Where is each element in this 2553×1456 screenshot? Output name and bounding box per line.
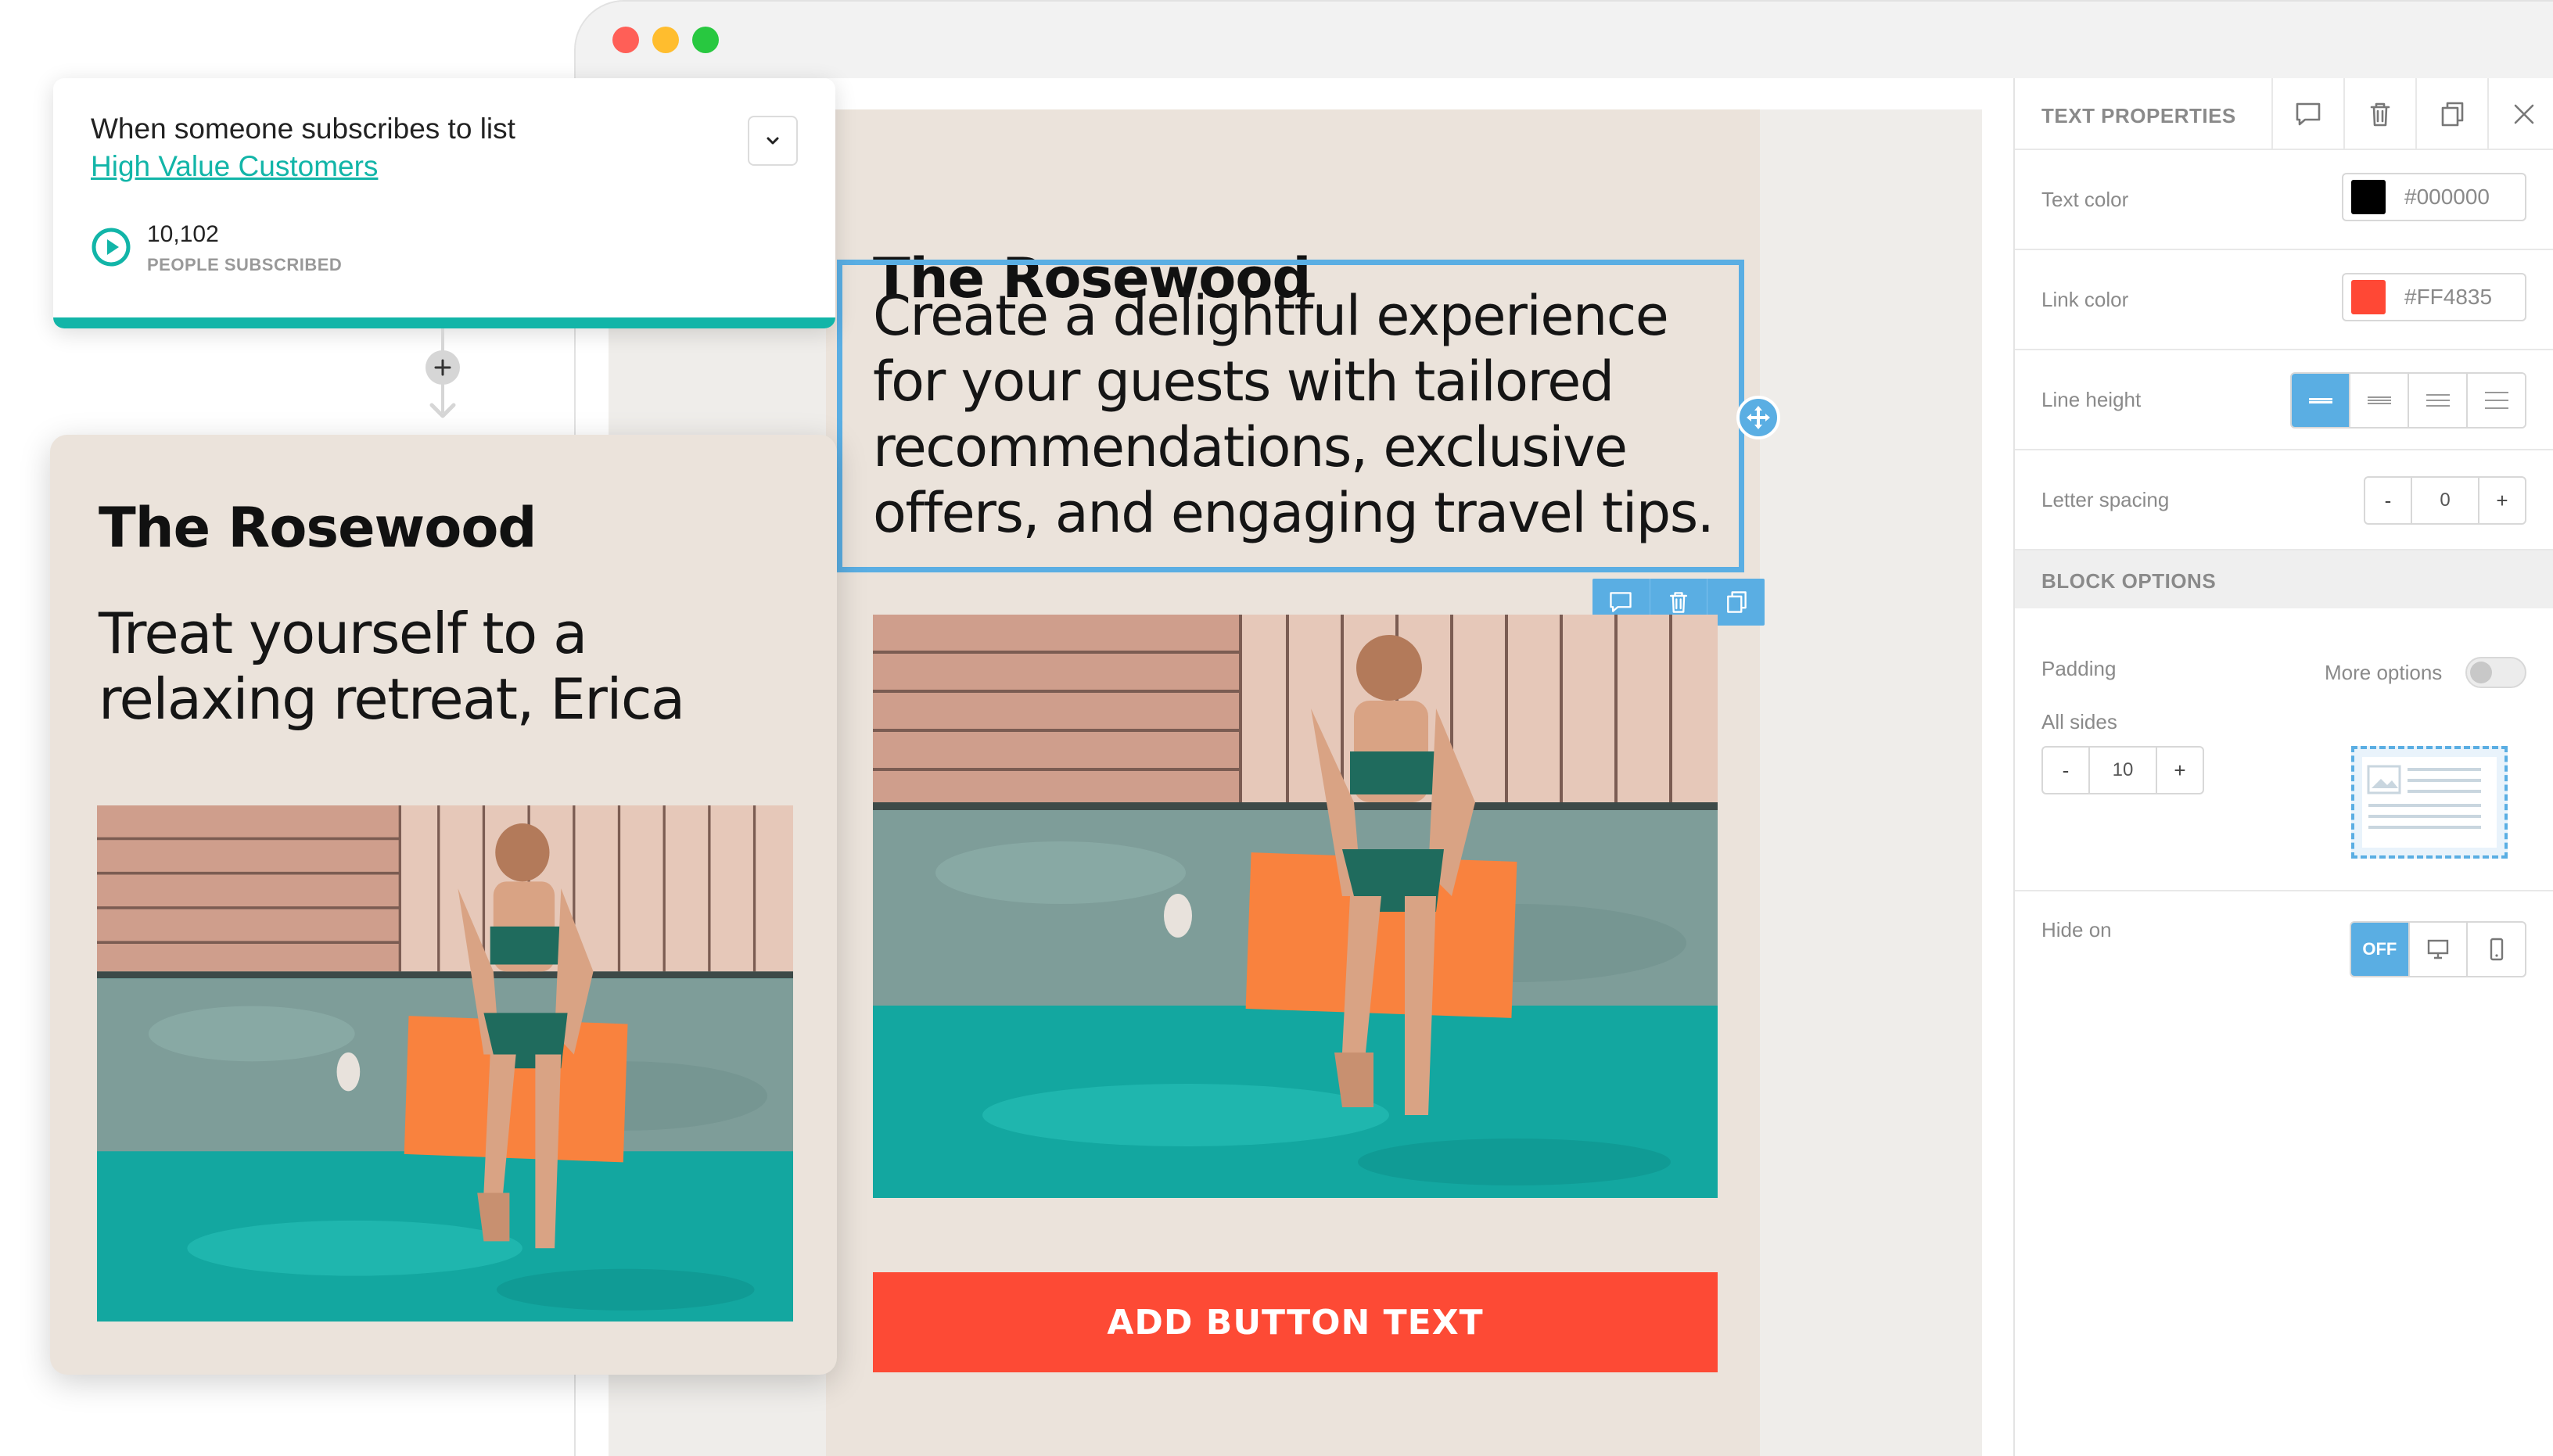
- email-preview-card[interactable]: The Rosewood Treat yourself to a relaxin…: [50, 435, 837, 1375]
- link-color-field[interactable]: #FF4835: [2342, 273, 2526, 321]
- link-color-swatch[interactable]: [2351, 280, 2386, 314]
- letter-spacing-decrement-button[interactable]: -: [2365, 478, 2411, 523]
- padding-decrement-button[interactable]: -: [2043, 748, 2088, 793]
- hide-on-options: OFF: [2350, 921, 2526, 977]
- padding-increment-button[interactable]: +: [2157, 748, 2203, 793]
- trigger-card[interactable]: When someone subscribes to list High Val…: [53, 78, 835, 328]
- letter-spacing-label: Letter spacing: [2041, 488, 2170, 511]
- link-color-label: Link color: [2041, 288, 2129, 311]
- text-properties-panel: TEXT PROPERTIES Text color #000000 Link …: [2013, 78, 2553, 1456]
- line-height-extra-loose-button[interactable]: [2468, 374, 2525, 427]
- preview-hero-image: [97, 805, 793, 1322]
- panel-title: TEXT PROPERTIES: [2041, 104, 2236, 127]
- padding-label: Padding: [2041, 657, 2117, 680]
- line-height-loose-button[interactable]: [2409, 374, 2468, 427]
- preview-title: The Rosewood: [99, 496, 537, 560]
- email-hero-image[interactable]: [873, 615, 1718, 1198]
- trash-icon[interactable]: [2343, 78, 2415, 150]
- text-color-row: Text color #000000: [2015, 150, 2553, 250]
- letter-spacing-input[interactable]: 0: [2411, 478, 2479, 523]
- list-name-link[interactable]: High Value Customers: [91, 150, 378, 183]
- preview-body-text: Treat yourself to a relaxing retreat, Er…: [99, 601, 685, 732]
- link-color-value[interactable]: #FF4835: [2404, 285, 2492, 310]
- play-circle-icon: [91, 227, 131, 271]
- block-options-header: BLOCK OPTIONS: [2015, 550, 2553, 608]
- text-color-value[interactable]: #000000: [2404, 185, 2490, 210]
- line-height-label: Line height: [2041, 388, 2142, 411]
- arrow-down-icon: [429, 403, 456, 418]
- subscriber-count: 10,102: [147, 221, 219, 247]
- text-color-swatch[interactable]: [2351, 180, 2386, 214]
- letter-spacing-increment-button[interactable]: +: [2479, 478, 2525, 523]
- editor-window: The Rosewood Create a delightful experie…: [574, 0, 2553, 1456]
- line-height-normal-button[interactable]: [2350, 374, 2409, 427]
- move-icon[interactable]: [1736, 396, 1780, 439]
- copy-icon[interactable]: [2415, 78, 2487, 150]
- padding-preview: [2351, 746, 2508, 859]
- email-body-text[interactable]: Create a delightful experience for your …: [873, 283, 1733, 546]
- image-placeholder-icon: [2362, 757, 2497, 848]
- window-titlebar: [576, 2, 2553, 78]
- line-height-options: [2290, 372, 2526, 429]
- window-close-dot[interactable]: [612, 27, 639, 53]
- trigger-description: When someone subscribes to list: [91, 113, 515, 145]
- hide-on-off-button[interactable]: OFF: [2351, 923, 2410, 976]
- window-maximize-dot[interactable]: [692, 27, 719, 53]
- trigger-accent-bar: [53, 317, 835, 328]
- more-options-toggle[interactable]: [2465, 657, 2526, 688]
- letter-spacing-row: Letter spacing - 0 +: [2015, 450, 2553, 550]
- desktop-icon[interactable]: [2410, 923, 2469, 976]
- text-color-label: Text color: [2041, 188, 2129, 211]
- letter-spacing-stepper: - 0 +: [2364, 476, 2526, 525]
- padding-stepper: - 10 +: [2041, 746, 2204, 794]
- window-minimize-dot[interactable]: [652, 27, 679, 53]
- padding-input[interactable]: 10: [2088, 748, 2157, 793]
- divider: [2015, 890, 2553, 891]
- plus-icon[interactable]: [426, 350, 460, 385]
- block-options-title: BLOCK OPTIONS: [2041, 569, 2217, 593]
- add-button-text-button[interactable]: ADD BUTTON TEXT: [873, 1272, 1718, 1372]
- close-icon[interactable]: [2487, 78, 2553, 150]
- panel-header: TEXT PROPERTIES: [2015, 78, 2553, 150]
- line-height-tight-button[interactable]: [2292, 374, 2350, 427]
- hide-on-label: Hide on: [2041, 918, 2112, 941]
- mobile-icon[interactable]: [2468, 923, 2525, 976]
- subscriber-count-label: PEOPLE SUBSCRIBED: [147, 255, 343, 274]
- comment-icon[interactable]: [2271, 78, 2343, 150]
- all-sides-label: All sides: [2041, 710, 2117, 733]
- chevron-down-icon[interactable]: [748, 116, 798, 166]
- line-height-row: Line height: [2015, 350, 2553, 450]
- link-color-row: Link color #FF4835: [2015, 250, 2553, 350]
- text-color-field[interactable]: #000000: [2342, 173, 2526, 221]
- more-options-label: More options: [2325, 661, 2443, 684]
